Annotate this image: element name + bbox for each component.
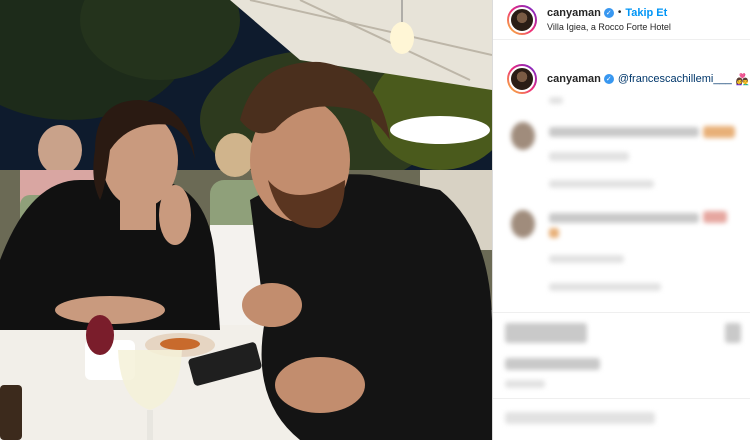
blurred-likes <box>505 358 600 370</box>
blurred-meta <box>549 283 661 291</box>
post-location[interactable]: Villa Igiea, a Rocco Forte Hotel <box>547 22 671 32</box>
blurred-save-icon <box>725 323 741 343</box>
verified-badge-icon: ✓ <box>603 74 614 84</box>
blurred-action-icons <box>505 323 587 343</box>
photo-illustration <box>0 0 492 440</box>
avatar[interactable] <box>507 4 537 35</box>
blurred-meta <box>549 180 654 188</box>
blurred-comment-input <box>505 412 655 424</box>
blurred-avatar <box>511 210 535 238</box>
blurred-emoji <box>703 211 727 223</box>
follow-button[interactable]: Takip Et <box>625 7 667 19</box>
divider <box>493 398 750 399</box>
blurred-comment <box>549 213 699 223</box>
blurred-emoji <box>549 228 559 238</box>
post-username[interactable]: canyaman <box>547 7 601 19</box>
caption-avatar[interactable] <box>507 64 537 94</box>
post-photo <box>0 0 492 440</box>
caption-row: canyaman ✓ @francescachillemi___ 👩‍❤️‍👨 <box>493 40 750 94</box>
caption-username[interactable]: canyaman <box>547 73 601 85</box>
blurred-text <box>549 97 563 104</box>
post-header: canyaman ✓ • Takip Et Villa Igiea, a Roc… <box>493 0 750 40</box>
blurred-text <box>549 152 629 161</box>
divider <box>493 312 750 313</box>
verified-badge-icon: ✓ <box>603 8 614 18</box>
blurred-avatar <box>511 122 535 150</box>
couple-emoji: 👩‍❤️‍👨 <box>735 73 750 86</box>
separator-dot: • <box>617 7 622 18</box>
blurred-emoji <box>703 126 735 138</box>
post-sidebar: canyaman ✓ • Takip Et Villa Igiea, a Roc… <box>492 0 750 440</box>
blurred-comment <box>549 127 699 137</box>
caption-mention[interactable]: @francescachillemi___ <box>618 73 732 85</box>
blurred-meta <box>549 255 624 263</box>
blurred-date <box>505 380 545 388</box>
